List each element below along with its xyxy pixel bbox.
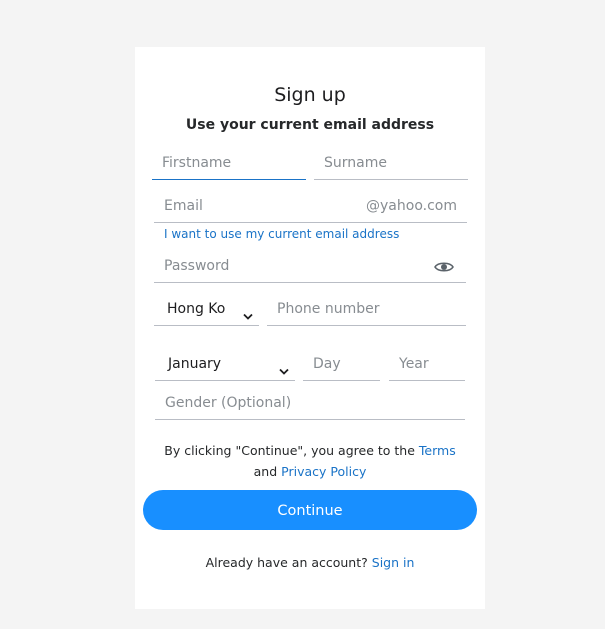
email-domain-suffix: @yahoo.com [366, 197, 457, 214]
signup-card: Sign up Use your current email address @… [135, 47, 485, 609]
page-title: Sign up [274, 84, 346, 106]
chevron-down-icon [279, 360, 289, 375]
terms-and: and [253, 464, 278, 479]
continue-button[interactable]: Continue [143, 490, 477, 530]
have-account-text: Already have an account? [205, 555, 368, 570]
birth-day-input[interactable] [303, 347, 380, 380]
email-field: @yahoo.com [154, 189, 467, 223]
eye-icon[interactable] [434, 259, 454, 273]
gender-field [155, 386, 465, 420]
terms-text: By clicking "Continue", you agree to the… [145, 440, 475, 482]
gender-input[interactable] [155, 386, 465, 419]
chevron-down-icon [243, 305, 253, 320]
sign-in-link[interactable]: Sign in [372, 555, 415, 570]
use-current-email-link[interactable]: I want to use my current email address [164, 227, 399, 241]
password-input[interactable] [154, 249, 466, 282]
terms-link[interactable]: Terms [419, 443, 456, 458]
phone-input[interactable] [267, 292, 466, 325]
page-subtitle: Use your current email address [185, 117, 435, 133]
signin-row: Already have an account? Sign in [135, 555, 485, 570]
phone-field [267, 292, 466, 326]
privacy-policy-link[interactable]: Privacy Policy [281, 464, 366, 479]
country-code-select[interactable]: Hong Ko [154, 292, 259, 326]
birth-day-field [303, 347, 380, 381]
firstname-field [152, 147, 306, 180]
birth-month-value: January [168, 355, 222, 372]
firstname-input[interactable] [152, 147, 306, 179]
country-code-value: Hong Ko [167, 300, 226, 317]
terms-prefix: By clicking "Continue", you agree to the [164, 443, 415, 458]
birth-month-select[interactable]: January [155, 347, 295, 381]
password-field [154, 249, 466, 283]
surname-input[interactable] [314, 147, 468, 179]
birth-year-field [389, 347, 465, 381]
surname-field [314, 147, 468, 180]
birth-year-input[interactable] [389, 347, 465, 380]
